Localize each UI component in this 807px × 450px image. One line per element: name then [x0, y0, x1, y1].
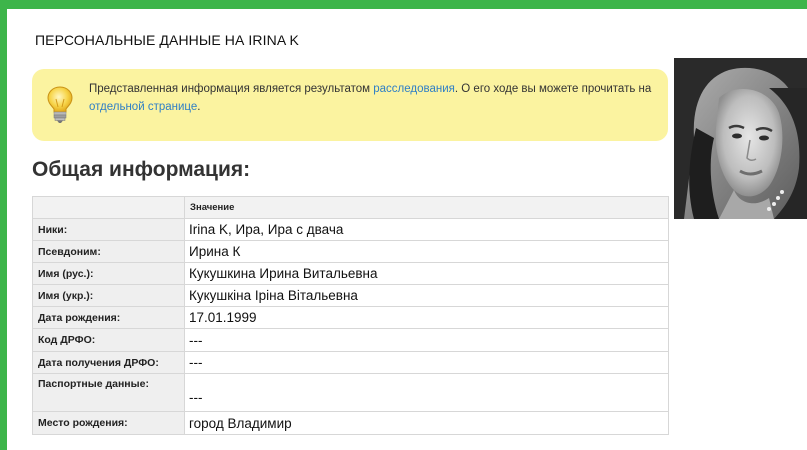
table-row: Ники: Irina K, Ира, Ира с двача [32, 218, 669, 241]
row-key: Дата получения ДРФО: [32, 351, 185, 374]
table-row: Код ДРФО: --- [32, 328, 669, 352]
notice-text-part: . О его ходе вы можете прочитать на [454, 83, 652, 95]
page-title: ПЕРСОНАЛЬНЫЕ ДАННЫЕ НА IRINA K [35, 32, 299, 48]
row-value: Ирина К [184, 240, 669, 263]
table-row: Дата рождения: 17.01.1999 [32, 306, 669, 329]
section-title: Общая информация: [32, 158, 251, 181]
investigation-link[interactable]: расследования [373, 83, 455, 95]
row-key: Имя (укр.): [32, 284, 185, 307]
table-header-row: Значение [32, 196, 669, 219]
lightbulb-icon [47, 86, 73, 123]
row-value: Кукушкина Ирина Витальевна [184, 262, 669, 285]
row-value: --- [184, 351, 669, 374]
row-value: Кукушкіна Іріна Вітальевна [184, 284, 669, 307]
row-key: Псевдоним: [32, 240, 185, 263]
row-value: Irina K, Ира, Ира с двача [184, 218, 669, 241]
row-key: Дата рождения: [32, 306, 185, 329]
row-value: город Владимир [184, 411, 669, 435]
table-row: Псевдоним: Ирина К [32, 240, 669, 263]
row-value: --- [184, 328, 669, 352]
notice-text: Представленная информация является резул… [89, 80, 654, 116]
row-value: 17.01.1999 [184, 306, 669, 329]
table-row: Дата получения ДРФО: --- [32, 351, 669, 374]
profile-photo [674, 58, 807, 219]
info-table: Значение Ники: Irina K, Ира, Ира с двача… [32, 196, 669, 435]
row-key: Код ДРФО: [32, 328, 185, 352]
row-key: Ники: [32, 218, 185, 241]
table-row: Место рождения: город Владимир [32, 411, 669, 435]
header-value: Значение [184, 196, 669, 219]
row-key: Паспортные данные: [32, 373, 185, 412]
row-key: Имя (рус.): [32, 262, 185, 285]
portrait-image [674, 58, 807, 219]
row-key: Место рождения: [32, 411, 185, 435]
notice-text-part: . [197, 101, 201, 113]
table-row: Имя (укр.): Кукушкіна Іріна Вітальевна [32, 284, 669, 307]
table-row: Паспортные данные: --- [32, 373, 669, 412]
header-key [32, 196, 185, 219]
table-row: Имя (рус.): Кукушкина Ирина Витальевна [32, 262, 669, 285]
notice-text-part: Представленная информация является резул… [89, 83, 374, 95]
info-notice: Представленная информация является резул… [32, 69, 668, 141]
separate-page-link[interactable]: отдельной странице [89, 101, 197, 113]
row-value: --- [184, 373, 669, 412]
